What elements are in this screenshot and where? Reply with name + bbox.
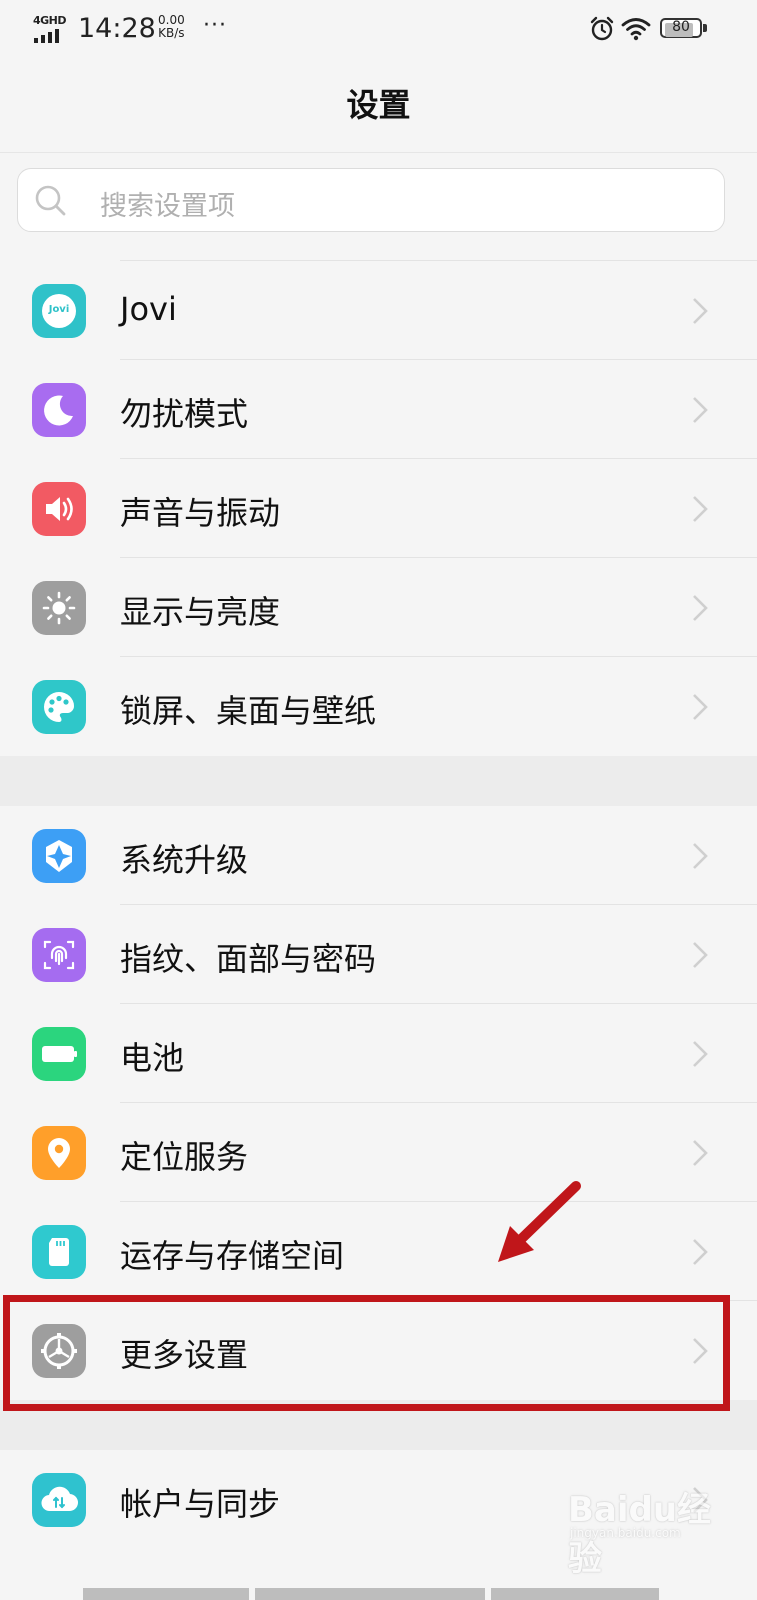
settings-item-label: 锁屏、桌面与壁纸 (120, 692, 377, 730)
watermark-url: jingyan.baidu.com (570, 1526, 681, 1540)
page-title: 设置 (346, 86, 411, 124)
settings-item-label: 声音与振动 (120, 494, 281, 532)
network-speed: 0.00 KB/s (158, 14, 185, 40)
settings-item-label: 指纹、面部与密码 (120, 940, 377, 978)
signal-bars-icon (34, 29, 68, 43)
chevron-right-icon (693, 694, 708, 720)
jovi-icon-text: Jovi (48, 304, 70, 315)
search-input[interactable]: 搜索设置项 (17, 168, 725, 232)
settings-item-label: 显示与亮度 (120, 593, 281, 631)
nav-indicator (83, 1588, 683, 1600)
settings-item-battery[interactable]: 电池 (0, 1004, 757, 1103)
settings-item-display-brightness[interactable]: 显示与亮度 (0, 558, 757, 657)
annotation-arrow-icon (498, 1181, 581, 1262)
settings-item-jovi[interactable]: Jovi Jovi (0, 261, 757, 360)
battery-indicator: 80 (660, 18, 708, 40)
status-bar: 4GHD 14:28 0.00 KB/s ··· 80 (0, 0, 757, 60)
settings-item-label: 勿扰模式 (120, 395, 249, 433)
moon-icon (32, 383, 86, 437)
chevron-right-icon (693, 496, 708, 522)
search-icon (35, 185, 66, 216)
chevron-right-icon (693, 843, 708, 869)
battery-icon (32, 1027, 86, 1081)
chevron-right-icon (693, 1239, 708, 1265)
brightness-icon (32, 581, 86, 635)
sdcard-icon (32, 1225, 86, 1279)
settings-item-label: 定位服务 (120, 1138, 249, 1176)
signal-indicator: 4GHD (33, 14, 69, 44)
chevron-right-icon (693, 1041, 708, 1067)
settings-item-lockscreen-wallpaper[interactable]: 锁屏、桌面与壁纸 (0, 657, 757, 756)
watermark: Baidu经验 jingyan.baidu.com (568, 1482, 718, 1579)
chevron-right-icon (693, 1140, 708, 1166)
search-placeholder: 搜索设置项 (100, 191, 235, 222)
palette-icon (32, 680, 86, 734)
settings-group-1: Jovi Jovi 勿扰模式 声音与振动 显示与亮度 锁屏、桌面与壁纸 (0, 261, 757, 756)
location-icon (32, 1126, 86, 1180)
more-notifications-icon: ··· (203, 13, 227, 38)
annotation-highlight-box (3, 1295, 730, 1411)
fingerprint-icon (32, 928, 86, 982)
upgrade-icon (32, 829, 86, 883)
settings-item-label: 电池 (120, 1039, 185, 1077)
settings-item-label: 运存与存储空间 (120, 1237, 345, 1275)
section-gap (0, 756, 757, 806)
settings-item-system-upgrade[interactable]: 系统升级 (0, 806, 757, 905)
jovi-icon: Jovi (32, 284, 86, 338)
chevron-right-icon (693, 942, 708, 968)
settings-item-label: Jovi (120, 290, 177, 328)
wifi-icon (621, 18, 651, 41)
settings-item-fingerprint-face-password[interactable]: 指纹、面部与密码 (0, 905, 757, 1004)
cloud-sync-icon (32, 1473, 86, 1527)
clock: 14:28 (78, 13, 156, 44)
settings-item-do-not-disturb[interactable]: 勿扰模式 (0, 360, 757, 459)
battery-level: 80 (672, 19, 690, 35)
settings-item-label: 帐户与同步 (120, 1485, 281, 1523)
settings-item-memory-storage[interactable]: 运存与存储空间 (0, 1202, 757, 1301)
network-type: 4GHD (33, 14, 67, 27)
chevron-right-icon (693, 595, 708, 621)
settings-item-sound-vibration[interactable]: 声音与振动 (0, 459, 757, 558)
chevron-right-icon (693, 298, 708, 324)
chevron-right-icon (693, 397, 708, 423)
speaker-icon (32, 482, 86, 536)
speed-unit: KB/s (158, 26, 185, 40)
alarm-icon (590, 16, 614, 41)
settings-item-location-services[interactable]: 定位服务 (0, 1103, 757, 1202)
settings-item-label: 系统升级 (120, 841, 249, 879)
header-divider (0, 152, 757, 153)
